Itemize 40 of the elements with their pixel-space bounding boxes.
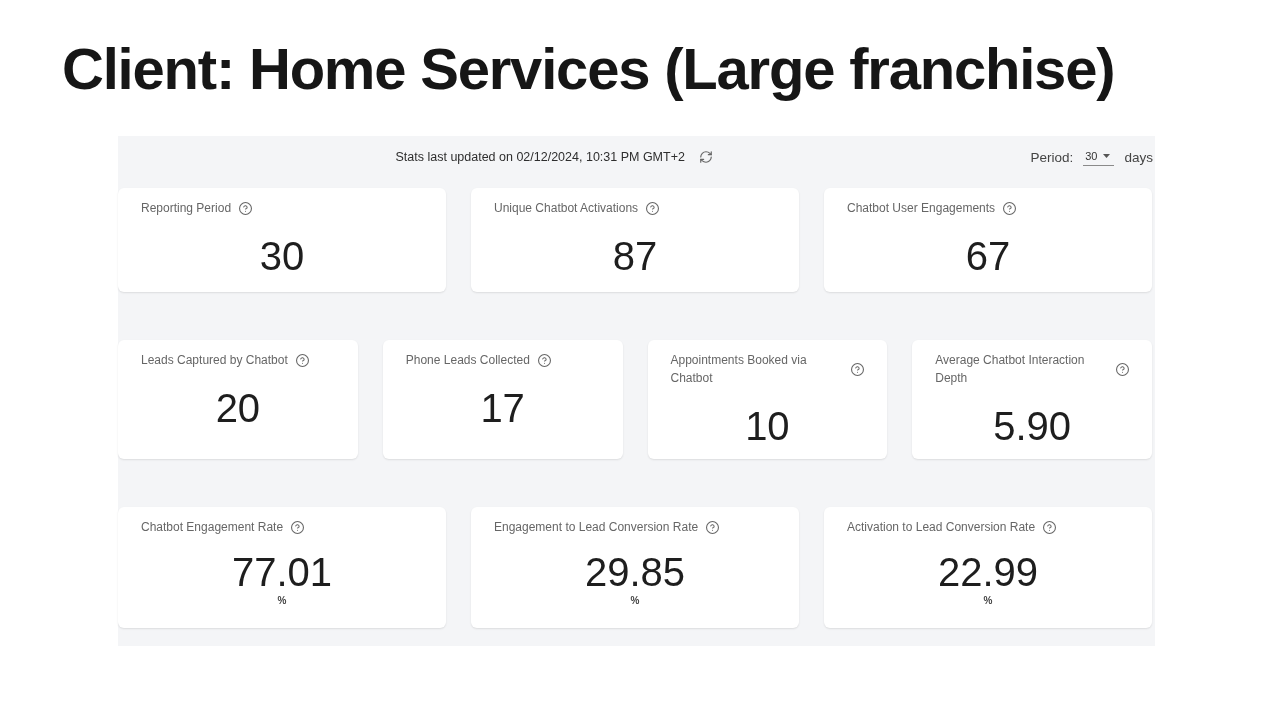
help-icon[interactable] <box>706 520 720 534</box>
stat-label: Appointments Booked via Chatbot <box>670 352 808 387</box>
stat-label: Chatbot User Engagements <box>847 200 996 217</box>
help-icon[interactable] <box>291 520 305 534</box>
stat-label: Chatbot Engagement Rate <box>141 519 284 536</box>
stat-unit: % <box>630 595 640 607</box>
stat-value: 30 <box>259 233 305 279</box>
stat-label: Average Chatbot Interaction Depth <box>935 352 1086 387</box>
help-icon[interactable] <box>239 201 253 215</box>
stat-unit: % <box>277 595 287 607</box>
help-icon[interactable] <box>537 353 551 367</box>
period-select[interactable]: 30 <box>1083 148 1115 166</box>
stat-value: 10 <box>745 403 790 449</box>
refresh-icon[interactable] <box>698 150 713 164</box>
stat-label: Leads Captured by Chatbot <box>141 352 288 369</box>
page-title: Client: Home Services (Large franchise) <box>62 36 1115 102</box>
stat-unit: % <box>983 595 993 607</box>
stat-value: 20 <box>215 385 261 431</box>
last-updated-text: Stats last updated on 02/12/2024, 10:31 PM GMT+2 <box>395 150 685 164</box>
help-icon[interactable] <box>1003 201 1017 215</box>
stat-value: 5.90 <box>993 403 1072 449</box>
caret-icon <box>1103 154 1111 158</box>
help-icon[interactable] <box>1043 520 1057 534</box>
help-icon[interactable] <box>295 353 309 367</box>
stat-label: Unique Chatbot Activations <box>494 200 639 217</box>
help-icon[interactable] <box>646 201 660 215</box>
stat-value: 87 <box>612 233 658 279</box>
period-unit: days <box>1124 149 1153 165</box>
help-icon[interactable] <box>1116 362 1129 376</box>
stat-label: Reporting Period <box>141 200 232 217</box>
stat-value: 29.85 <box>584 549 686 595</box>
stat-value: 17 <box>480 385 525 431</box>
stat-value: 67 <box>965 233 1011 279</box>
period-label: Period: <box>1030 149 1074 165</box>
stat-label: Engagement to Lead Conversion Rate <box>494 519 699 536</box>
stat-label: Activation to Lead Conversion Rate <box>847 519 1036 536</box>
stat-value: 22.99 <box>937 549 1039 595</box>
help-icon[interactable] <box>851 362 865 376</box>
stat-label: Phone Leads Collected <box>405 352 530 369</box>
stat-value: 77.01 <box>231 549 333 595</box>
